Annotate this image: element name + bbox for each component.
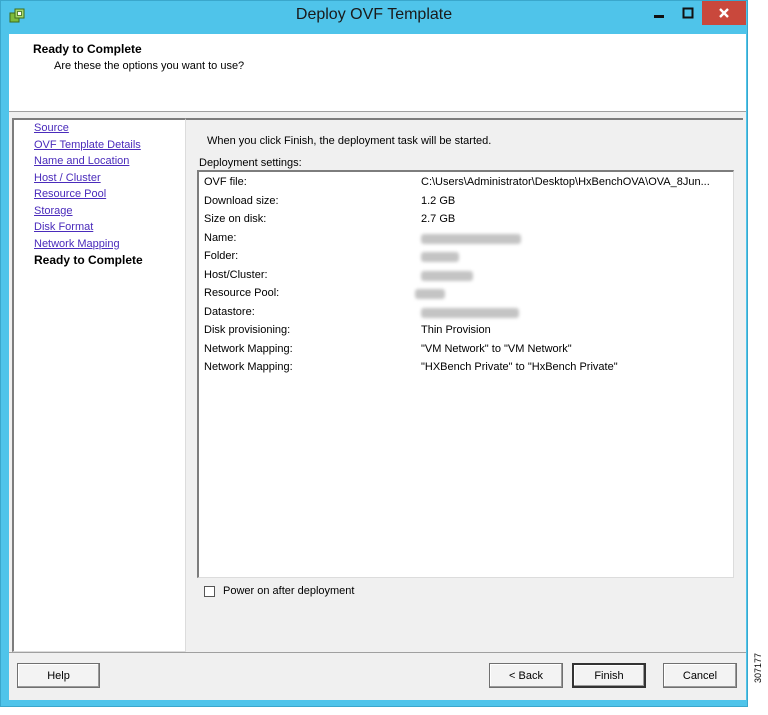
setting-key: Network Mapping: <box>204 361 293 373</box>
deployment-settings-label: Deployment settings: <box>199 157 302 169</box>
nav-step-ready-to-complete: Ready to Complete <box>34 253 143 267</box>
nav-step-network-mapping[interactable]: Network Mapping <box>34 238 120 250</box>
setting-row-size-on-disk: Size on disk: 2.7 GB <box>199 211 729 229</box>
setting-key: Resource Pool: <box>204 287 280 299</box>
maximize-button[interactable] <box>673 1 702 25</box>
power-on-option[interactable]: Power on after deployment <box>204 585 354 597</box>
setting-row-disk-provisioning: Disk provisioning: Thin Provision <box>199 322 729 340</box>
intro-text: When you click Finish, the deployment ta… <box>207 135 492 147</box>
setting-row-network-mapping-1: Network Mapping: "VM Network" to "VM Net… <box>199 341 729 359</box>
nav-step-disk-format[interactable]: Disk Format <box>34 221 93 233</box>
cancel-button[interactable]: Cancel <box>663 663 737 688</box>
page-title: Ready to Complete <box>33 42 142 56</box>
nav-step-name-and-location[interactable]: Name and Location <box>34 155 129 167</box>
setting-key: Folder: <box>204 250 239 262</box>
setting-key: Datastore: <box>204 306 255 318</box>
nav-step-ovf-template-details[interactable]: OVF Template Details <box>34 139 141 151</box>
deployment-settings-list[interactable]: OVF file: C:\Users\Administrator\Desktop… <box>197 170 734 578</box>
setting-key: Host/Cluster: <box>204 269 268 281</box>
setting-key: Size on disk: <box>204 213 267 225</box>
setting-row-host-cluster: Host/Cluster: <box>199 267 729 285</box>
nav-step-storage[interactable]: Storage <box>34 205 73 217</box>
setting-row-network-mapping-2: Network Mapping: "HXBench Private" to "H… <box>199 359 729 377</box>
setting-value: "VM Network" to "VM Network" <box>421 343 572 355</box>
setting-value: C:\Users\Administrator\Desktop\HxBenchOV… <box>421 176 710 188</box>
redacted-value <box>421 308 519 318</box>
setting-row-folder: Folder: <box>199 248 729 266</box>
nav-step-resource-pool[interactable]: Resource Pool <box>34 188 106 200</box>
finish-button[interactable]: Finish <box>572 663 646 688</box>
setting-row-datastore: Datastore: <box>199 304 729 322</box>
setting-row-download-size: Download size: 1.2 GB <box>199 193 729 211</box>
power-on-checkbox[interactable] <box>204 585 215 597</box>
redacted-value <box>421 252 459 262</box>
setting-key: Network Mapping: <box>204 343 293 355</box>
close-button[interactable] <box>702 1 746 25</box>
nav-step-source[interactable]: Source <box>34 122 69 134</box>
minimize-icon <box>653 15 664 18</box>
setting-key: OVF file: <box>204 176 247 188</box>
setting-value: "HXBench Private" to "HxBench Private" <box>421 361 618 373</box>
maximize-icon <box>682 7 693 19</box>
setting-row-resource-pool: Resource Pool: <box>199 285 729 303</box>
minimize-button[interactable] <box>644 1 673 25</box>
back-button[interactable]: < Back <box>489 663 563 688</box>
wizard-steps-nav: Source OVF Template Details Name and Loc… <box>12 118 186 652</box>
nav-step-host-cluster[interactable]: Host / Cluster <box>34 172 101 184</box>
setting-value: 1.2 GB <box>421 195 456 207</box>
redacted-value <box>421 271 473 281</box>
setting-row-ovf-file: OVF file: C:\Users\Administrator\Desktop… <box>199 174 729 192</box>
wizard-content: When you click Finish, the deployment ta… <box>186 118 743 652</box>
setting-row-name: Name: <box>199 230 729 248</box>
help-button[interactable]: Help <box>17 663 100 688</box>
redacted-value <box>421 234 521 244</box>
power-on-label: Power on after deployment <box>223 585 355 597</box>
setting-value: Thin Provision <box>421 324 491 336</box>
page-subtitle: Are these the options you want to use? <box>54 60 245 72</box>
window-title: Deploy OVF Template <box>295 6 453 23</box>
footer-divider <box>9 652 746 653</box>
setting-value: 2.7 GB <box>421 213 456 225</box>
redacted-value <box>415 289 445 299</box>
setting-key: Name: <box>204 232 237 244</box>
setting-key: Disk provisioning: <box>204 324 291 336</box>
dialog-client: Ready to Complete Are these the options … <box>9 34 746 700</box>
figure-id: 307177 <box>753 652 763 683</box>
deploy-ovf-window: Deploy OVF Template Ready to Complete Ar… <box>0 0 748 707</box>
close-icon <box>719 8 729 18</box>
title-bar[interactable]: Deploy OVF Template <box>1 1 747 33</box>
wizard-header: Ready to Complete Are these the options … <box>9 34 746 112</box>
setting-key: Download size: <box>204 195 279 207</box>
